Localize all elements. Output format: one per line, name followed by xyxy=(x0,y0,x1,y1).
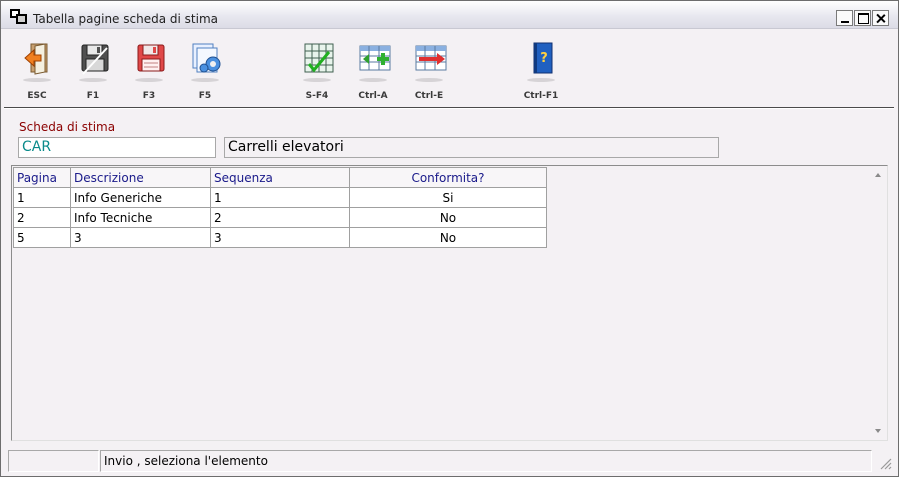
help-button-label: Ctrl-F1 xyxy=(523,91,559,101)
cell-conformita[interactable]: No xyxy=(349,227,547,248)
toolbar-separator xyxy=(4,107,894,109)
header-conformita[interactable]: Conformita? xyxy=(349,167,547,188)
scheda-label: Scheda di stima xyxy=(19,120,116,134)
save-disk-red-icon xyxy=(137,44,165,72)
pages-grid[interactable]: Pagina Descrizione Sequenza Conformita? … xyxy=(11,165,888,441)
cell-descrizione[interactable]: Info Generiche xyxy=(70,187,211,208)
cell-sequenza[interactable]: 1 xyxy=(210,187,350,208)
grid-check-button[interactable]: S-F4 xyxy=(295,38,339,101)
grid-check-button-label: S-F4 xyxy=(305,91,329,101)
table-row[interactable]: 5 3 3 No xyxy=(13,227,547,248)
remove-row-icon xyxy=(415,45,447,71)
main-window: Tabella pagine scheda di stima ESC F1 F3… xyxy=(0,0,899,477)
scroll-down-arrow-icon[interactable] xyxy=(870,423,887,440)
close-button[interactable] xyxy=(872,10,889,26)
save-record-button-label: F3 xyxy=(142,91,156,101)
cell-descrizione[interactable]: 3 xyxy=(70,227,211,248)
grid-check-icon xyxy=(304,43,334,73)
resize-grip-icon[interactable] xyxy=(878,456,892,470)
cell-conformita[interactable]: No xyxy=(349,207,547,228)
header-descrizione[interactable]: Descrizione xyxy=(70,167,211,188)
exit-door-icon xyxy=(24,43,48,75)
settings-button[interactable]: F5 xyxy=(183,38,227,101)
cell-pagina[interactable]: 2 xyxy=(13,207,71,228)
status-message: Invio , seleziona l'elemento xyxy=(100,450,872,472)
scroll-up-arrow-icon[interactable] xyxy=(870,166,887,183)
maximize-button[interactable] xyxy=(854,10,871,26)
save-button-label: F1 xyxy=(86,91,100,101)
pages-table: Pagina Descrizione Sequenza Conformita? … xyxy=(13,167,547,248)
table-row[interactable]: 2 Info Tecniche 2 No xyxy=(13,207,547,228)
app-icon xyxy=(10,9,27,24)
help-book-icon: ? xyxy=(533,42,553,74)
cell-descrizione[interactable]: Info Tecniche xyxy=(70,207,211,228)
header-pagina[interactable]: Pagina xyxy=(13,167,71,188)
exit-button-label: ESC xyxy=(27,91,47,101)
remove-row-button[interactable]: Ctrl-E xyxy=(407,38,451,101)
scheda-code-field[interactable]: CAR xyxy=(18,137,216,158)
scheda-description-field: Carrelli elevatori xyxy=(224,137,719,158)
toolbar: ESC F1 F3 F5 S-F4 Ctrl-A Ctrl-E ? Ctrl-F… xyxy=(1,30,898,106)
save-button[interactable]: F1 xyxy=(71,38,115,101)
minimize-button[interactable] xyxy=(836,10,853,26)
cell-conformita[interactable]: Si xyxy=(349,187,547,208)
vertical-scrollbar[interactable] xyxy=(870,166,887,440)
save-record-button[interactable]: F3 xyxy=(127,38,171,101)
cell-sequenza[interactable]: 2 xyxy=(210,207,350,228)
svg-text:?: ? xyxy=(540,51,548,66)
remove-row-button-label: Ctrl-E xyxy=(414,91,444,101)
help-button[interactable]: ? Ctrl-F1 xyxy=(519,38,563,101)
cell-sequenza[interactable]: 3 xyxy=(210,227,350,248)
window-title: Tabella pagine scheda di stima xyxy=(33,12,218,26)
table-row[interactable]: 1 Info Generiche 1 Si xyxy=(13,187,547,208)
add-row-button[interactable]: Ctrl-A xyxy=(351,38,395,101)
settings-button-label: F5 xyxy=(198,91,212,101)
table-header-row: Pagina Descrizione Sequenza Conformita? xyxy=(13,167,547,188)
add-row-button-label: Ctrl-A xyxy=(358,91,388,101)
cell-pagina[interactable]: 1 xyxy=(13,187,71,208)
save-disk-gray-icon xyxy=(81,44,109,75)
status-cell-empty xyxy=(8,450,99,472)
title-bar[interactable]: Tabella pagine scheda di stima xyxy=(1,1,898,29)
status-bar: Invio , seleziona l'elemento xyxy=(1,448,898,476)
settings-pages-icon xyxy=(192,43,221,73)
cell-pagina[interactable]: 5 xyxy=(13,227,71,248)
header-sequenza[interactable]: Sequenza xyxy=(210,167,350,188)
exit-button[interactable]: ESC xyxy=(15,38,59,101)
add-row-icon xyxy=(359,45,391,71)
